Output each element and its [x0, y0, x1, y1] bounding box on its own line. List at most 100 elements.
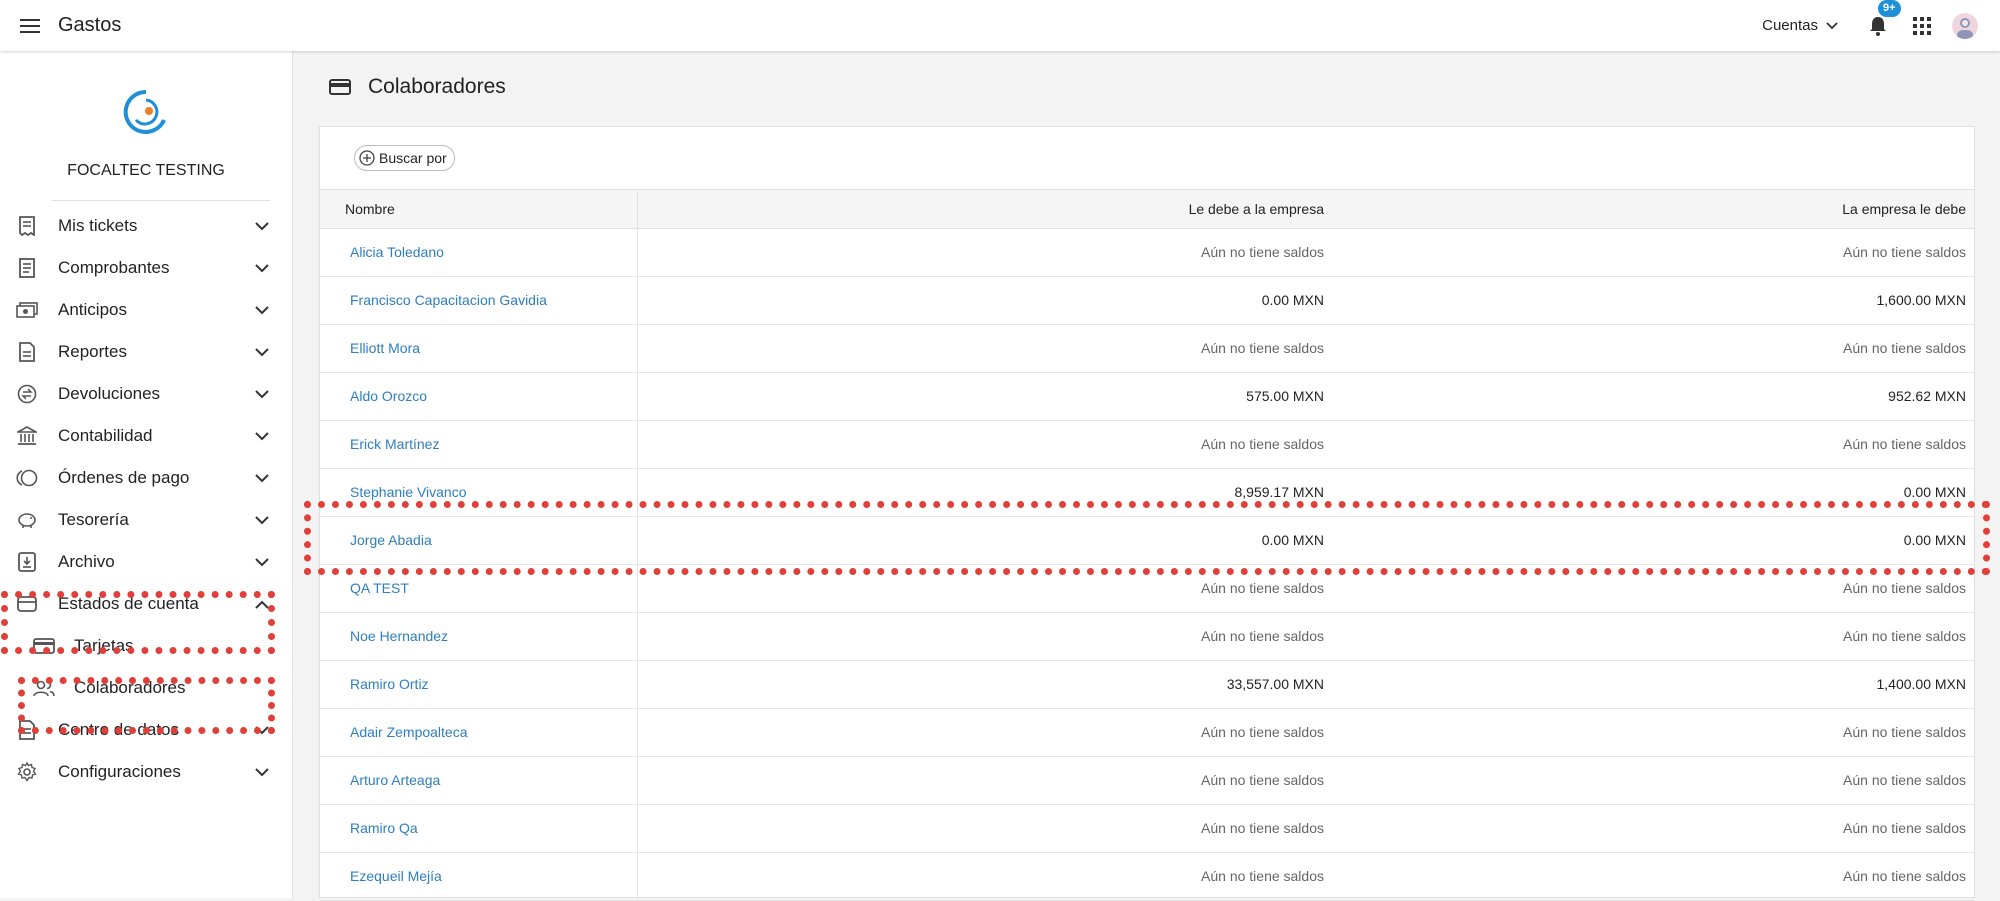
company-logo [118, 84, 174, 140]
sidebar-item-label: Anticipos [58, 300, 127, 319]
sidebar-item-label: Contabilidad [58, 426, 153, 445]
sidebar-subitem-label: Tarjetas [74, 636, 134, 655]
column-header-empresa-le-debe[interactable]: La empresa le debe [1842, 190, 1966, 228]
page-title: Colaboradores [368, 75, 506, 98]
table-row[interactable]: Alicia Toledano Aún no tiene saldos Aún no… [320, 229, 1974, 277]
table-row[interactable]: Jorge Abadia 0.00 MXN 0.00 MXN [320, 517, 1974, 565]
avatar[interactable] [1952, 12, 1978, 39]
sidebar-item-estados-de-cuenta[interactable]: Estados de cuenta [0, 583, 292, 625]
sidebar-item-configuraciones[interactable]: Configuraciones [0, 751, 292, 793]
table-row[interactable]: Francisco Capacitacion Gavidia 0.00 MXN 1,… [320, 277, 1974, 325]
company-owes-value: 952.62 MXN [1888, 388, 1966, 404]
company-owes-value: Aún no tiene saldos [1843, 436, 1966, 452]
table-row[interactable]: Elliott Mora Aún no tiene saldos Aún no ti… [320, 325, 1974, 373]
collaborator-name-link[interactable]: Francisco Capacitacion Gavidia [350, 277, 547, 324]
collaborator-name-link[interactable]: Stephanie Vivanco [350, 469, 467, 516]
sidebar-item-reportes[interactable]: Reportes [0, 331, 292, 373]
table-row[interactable]: Ramiro Ortiz 33,557.00 MXN 1,400.00 MXN [320, 661, 1974, 709]
collaborator-name-link[interactable]: Erick Martínez [350, 421, 439, 468]
hamburger-menu-icon[interactable] [16, 12, 44, 40]
owes-company-value: Aún no tiene saldos [1201, 868, 1324, 884]
search-by-button[interactable]: Buscar por [354, 145, 455, 171]
sidebar-nav: Mis tickets Comprobantes Anticipos Repor… [0, 205, 292, 793]
chevron-up-icon [253, 595, 271, 613]
top-bar: Gastos Cuentas 9+ [0, 0, 2000, 51]
apps-grid-icon[interactable] [1908, 12, 1936, 40]
table-row[interactable]: Noe Hernandez Aún no tiene saldos Aún no t… [320, 613, 1974, 661]
cash-icon [16, 299, 38, 321]
sidebar-item-label: Órdenes de pago [58, 468, 190, 487]
collaborator-name-link[interactable]: Ramiro Qa [350, 805, 418, 852]
collaborator-name-link[interactable]: Elliott Mora [350, 325, 420, 372]
collaborator-name-link[interactable]: Aldo Orozco [350, 373, 427, 420]
company-owes-value: 0.00 MXN [1903, 484, 1966, 500]
sidebar-item-comprobantes[interactable]: Comprobantes [0, 247, 292, 289]
company-owes-value: 0.00 MXN [1903, 532, 1966, 548]
search-by-label: Buscar por [379, 150, 447, 166]
collaborator-name-link[interactable]: QA TEST [350, 565, 409, 612]
sidebar-item-anticipos[interactable]: Anticipos [0, 289, 292, 331]
sidebar-item-contabilidad[interactable]: Contabilidad [0, 415, 292, 457]
table-row[interactable]: Aldo Orozco 575.00 MXN 952.62 MXN [320, 373, 1974, 421]
collaborator-name-link[interactable]: Arturo Arteaga [350, 757, 440, 804]
collaborators-table: Nombre Le debe a la empresa La empresa l… [320, 189, 1974, 901]
owes-company-value: Aún no tiene saldos [1201, 436, 1324, 452]
table-header: Nombre Le debe a la empresa La empresa l… [320, 189, 1974, 229]
table-row[interactable]: QA TEST Aún no tiene saldos Aún no tiene s… [320, 565, 1974, 613]
sidebar-item-ordenes-de-pago[interactable]: Órdenes de pago [0, 457, 292, 499]
column-divider [637, 565, 638, 612]
chevron-down-icon [253, 721, 271, 739]
table-row[interactable]: Ezequeil Mejía Aún no tiene saldos Aún no … [320, 853, 1974, 901]
collaborator-name-link[interactable]: Adair Zempoalteca [350, 709, 468, 756]
table-row[interactable]: Arturo Arteaga Aún no tiene saldos Aún no … [320, 757, 1974, 805]
owes-company-value: Aún no tiene saldos [1201, 340, 1324, 356]
company-owes-value: Aún no tiene saldos [1843, 772, 1966, 788]
document-icon [16, 257, 38, 279]
collaborator-name-link[interactable]: Noe Hernandez [350, 613, 448, 660]
notifications-button[interactable]: 9+ [1864, 0, 1901, 40]
data-icon [16, 719, 38, 741]
chevron-down-icon [253, 553, 271, 571]
sidebar-item-mis-tickets[interactable]: Mis tickets [0, 205, 292, 247]
column-divider [637, 325, 638, 372]
company-owes-value: Aún no tiene saldos [1843, 868, 1966, 884]
collaborator-name-link[interactable]: Ezequeil Mejía [350, 853, 442, 900]
collaborator-name-link[interactable]: Jorge Abadia [350, 517, 432, 564]
bank-icon [16, 425, 38, 447]
sidebar-item-devoluciones[interactable]: Devoluciones [0, 373, 292, 415]
exchange-icon [16, 383, 38, 405]
company-owes-value: Aún no tiene saldos [1843, 340, 1966, 356]
column-divider [637, 190, 638, 228]
sidebar-item-centro-de-datos[interactable]: Centro de datos [0, 709, 292, 751]
column-divider [637, 373, 638, 420]
owes-company-value: Aún no tiene saldos [1201, 820, 1324, 836]
sidebar-item-tesoreria[interactable]: Tesorería [0, 499, 292, 541]
company-owes-value: Aún no tiene saldos [1843, 724, 1966, 740]
owes-company-value: 33,557.00 MXN [1226, 676, 1324, 692]
bell-icon [1870, 16, 1886, 36]
owes-company-value: Aún no tiene saldos [1201, 580, 1324, 596]
sidebar-item-label: Mis tickets [58, 216, 138, 235]
chevron-down-icon [253, 343, 271, 361]
column-header-nombre[interactable]: Nombre [345, 190, 395, 228]
sidebar-subitem-label: Colaboradores [74, 678, 186, 697]
company-owes-value: Aún no tiene saldos [1843, 820, 1966, 836]
chevron-down-icon [253, 427, 271, 445]
sidebar-subitem-colaboradores[interactable]: Colaboradores [0, 667, 292, 709]
sidebar-divider [52, 200, 270, 201]
sidebar-item-label: Centro de datos [58, 720, 179, 739]
sidebar-subitem-tarjetas[interactable]: Tarjetas [0, 625, 292, 667]
company-name: FOCALTEC TESTING [67, 162, 225, 179]
table-row[interactable]: Erick Martínez Aún no tiene saldos Aún no … [320, 421, 1974, 469]
table-row[interactable]: Ramiro Qa Aún no tiene saldos Aún no tiene… [320, 805, 1974, 853]
table-row[interactable]: Stephanie Vivanco 8,959.17 MXN 0.00 MXN [320, 469, 1974, 517]
collaborator-name-link[interactable]: Ramiro Ortiz [350, 661, 429, 708]
column-divider [637, 805, 638, 852]
sidebar-item-archivo[interactable]: Archivo [0, 541, 292, 583]
accounts-dropdown[interactable]: Cuentas [1762, 17, 1838, 34]
column-header-le-debe[interactable]: Le debe a la empresa [1189, 190, 1324, 228]
table-row[interactable]: Adair Zempoalteca Aún no tiene saldos Aún … [320, 709, 1974, 757]
wallet-icon [16, 593, 38, 615]
collaborator-name-link[interactable]: Alicia Toledano [350, 229, 444, 276]
chevron-down-icon [253, 763, 271, 781]
